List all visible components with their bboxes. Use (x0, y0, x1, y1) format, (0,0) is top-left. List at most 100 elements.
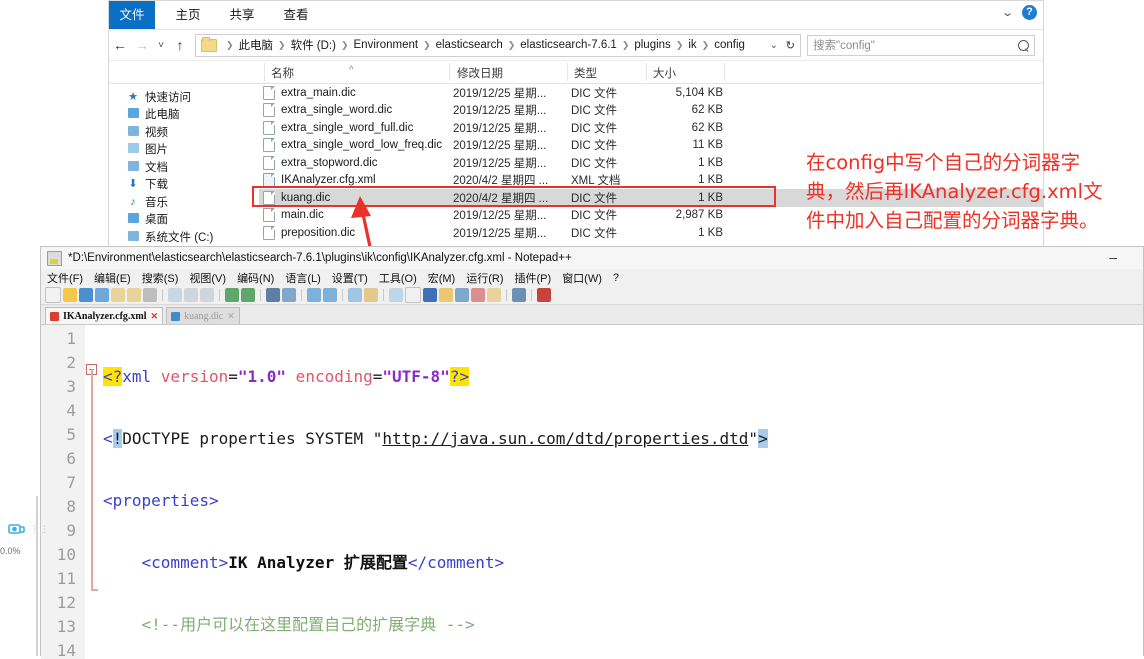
sync-scroll-v-icon[interactable] (348, 288, 362, 302)
sync-scroll-h-icon[interactable] (364, 288, 378, 302)
tab-kuang-dic[interactable]: kuang.dic ✕ (166, 307, 240, 324)
record-macro-icon[interactable] (537, 288, 551, 302)
breadcrumb-item-5[interactable]: plugins (634, 39, 670, 51)
breadcrumb-item-0[interactable]: 此电脑 (239, 37, 274, 53)
word-wrap-icon[interactable] (389, 288, 403, 302)
camera-icon[interactable] (8, 520, 26, 538)
new-file-icon[interactable] (45, 287, 61, 303)
menu-item-run[interactable]: 运行(R) (466, 270, 503, 286)
ribbon-tab-view[interactable]: 查看 (273, 1, 319, 29)
notepad-editor-area[interactable]: 1 2 3 4 5 6 7 8 9 10 11 12 13 14 <?xml v… (41, 325, 1143, 659)
tab-ikanalyzer-cfg-xml[interactable]: IKAnalyzer.cfg.xml ✕ (45, 307, 164, 324)
minimize-button[interactable]: – (1109, 249, 1117, 265)
column-header-name[interactable]: 名称 (271, 65, 294, 81)
ribbon-tab-share[interactable]: 共享 (219, 1, 265, 29)
help-icon[interactable]: ? (1022, 5, 1037, 20)
column-header-size[interactable]: 大小 (653, 65, 676, 81)
folder-as-workspace-icon[interactable] (487, 288, 501, 302)
code-line-1: <?xml version="1.0" encoding="UTF-8"?> (103, 367, 470, 386)
column-header-date[interactable]: 修改日期 (457, 65, 503, 81)
file-size: 11 KB (692, 139, 723, 152)
menu-item-tools[interactable]: 工具(O) (379, 270, 417, 286)
sidebar-item-system-drive[interactable]: 系统文件 (C:) (109, 228, 259, 246)
menu-item-macro[interactable]: 宏(M) (428, 270, 456, 286)
drag-handle-dots[interactable]: ⋮⋮ (30, 524, 50, 535)
refresh-icon[interactable]: ↻ (786, 39, 795, 52)
breadcrumb-item-7[interactable]: config (714, 39, 745, 51)
copy-icon[interactable] (184, 288, 198, 302)
column-header-type[interactable]: 类型 (574, 65, 597, 81)
save-all-icon[interactable] (95, 288, 109, 302)
ribbon-tab-home-label: 主页 (175, 8, 201, 22)
menu-item-edit[interactable]: 编辑(E) (94, 270, 131, 286)
breadcrumb-item-3[interactable]: elasticsearch (436, 39, 503, 51)
zoom-in-icon[interactable] (307, 288, 321, 302)
breadcrumb-item-2[interactable]: Environment (354, 39, 419, 51)
doc-map-icon[interactable] (455, 288, 469, 302)
file-size: 1 KB (698, 191, 723, 204)
redo-icon[interactable] (241, 288, 255, 302)
show-all-chars-icon[interactable] (405, 287, 421, 303)
menu-item-encoding[interactable]: 编码(N) (237, 270, 274, 286)
sidebar-item-videos[interactable]: 视频 (109, 123, 259, 141)
code-line-5: <!--用户可以在这里配置自己的扩展字典 --> (141, 615, 475, 634)
line-number: 5 (66, 425, 76, 444)
sidebar-item-desktop[interactable]: 桌面 (109, 211, 259, 229)
left-panel-edge (36, 496, 38, 656)
file-date: 2019/12/25 星期... (453, 227, 547, 240)
breadcrumb[interactable]: ❯ 此电脑 ❯ 软件 (D:) ❯ Environment ❯ elastics… (195, 33, 801, 57)
code-folding-column[interactable] (85, 325, 99, 659)
close-file-icon[interactable] (111, 288, 125, 302)
search-input[interactable]: 搜索"config" (807, 34, 1035, 56)
menu-item-search[interactable]: 搜索(S) (142, 270, 179, 286)
code-content[interactable]: <?xml version="1.0" encoding="UTF-8"?> <… (99, 325, 1143, 659)
print-icon[interactable] (143, 288, 157, 302)
up-button[interactable]: ↑ (169, 37, 191, 53)
menu-item-view[interactable]: 视图(V) (189, 270, 226, 286)
find-icon[interactable] (266, 288, 280, 302)
sidebar-label: 视频 (145, 126, 168, 139)
ribbon-tab-file[interactable]: 文件 (109, 1, 155, 29)
undo-icon[interactable] (225, 288, 239, 302)
explorer-ribbon-tabs: 文件 主页 共享 查看 ⌄ ? (109, 1, 1043, 30)
file-type: DIC 文件 (571, 140, 617, 153)
menu-item-plugins[interactable]: 插件(P) (515, 270, 552, 286)
table-row[interactable]: extra_single_word_full.dic 2019/12/25 星期.… (259, 119, 1043, 137)
menu-item-window[interactable]: 窗口(W) (562, 270, 602, 286)
breadcrumb-item-6[interactable]: ik (688, 39, 696, 51)
recent-locations-button[interactable]: ˅ (153, 40, 169, 51)
open-file-icon[interactable] (63, 288, 77, 302)
user-defined-dialog-icon[interactable] (439, 288, 453, 302)
zoom-out-icon[interactable] (323, 288, 337, 302)
close-all-icon[interactable] (127, 288, 141, 302)
path-dropdown-icon[interactable]: ⌄ (770, 40, 778, 51)
breadcrumb-item-1[interactable]: 软件 (D:) (291, 37, 336, 53)
menu-item-language[interactable]: 语言(L) (285, 270, 320, 286)
close-icon[interactable]: ✕ (227, 311, 235, 322)
table-row[interactable]: extra_main.dic 2019/12/25 星期... DIC 文件 5,10… (259, 84, 1043, 102)
breadcrumb-item-4[interactable]: elasticsearch-7.6.1 (520, 39, 617, 51)
ribbon-tab-home[interactable]: 主页 (165, 1, 211, 29)
back-button[interactable]: ← (109, 37, 131, 53)
paste-icon[interactable] (200, 288, 214, 302)
sidebar-item-downloads[interactable]: ⬇ 下载 (109, 176, 259, 194)
menu-item-file[interactable]: 文件(F) (47, 270, 83, 286)
cut-icon[interactable] (168, 288, 182, 302)
close-icon[interactable]: ✕ (151, 311, 159, 322)
sidebar-item-music[interactable]: ♪ 音乐 (109, 193, 259, 211)
replace-icon[interactable] (282, 288, 296, 302)
chevron-down-icon[interactable]: ⌄ (1001, 6, 1014, 19)
monitoring-icon[interactable] (512, 288, 526, 302)
table-row[interactable]: extra_single_word.dic 2019/12/25 星期... DIC… (259, 102, 1043, 120)
menu-item-help[interactable]: ? (613, 272, 619, 284)
forward-button[interactable]: → (131, 37, 153, 53)
sidebar-item-documents[interactable]: 文档 (109, 158, 259, 176)
sidebar-item-this-pc[interactable]: 此电脑 (109, 106, 259, 124)
indent-guide-icon[interactable] (423, 288, 437, 302)
sidebar-item-quick-access[interactable]: ★ 快速访问 (109, 88, 259, 106)
save-icon[interactable] (79, 288, 93, 302)
function-list-icon[interactable] (471, 288, 485, 302)
sidebar-item-pictures[interactable]: 图片 (109, 141, 259, 159)
sort-ascending-icon: ^ (349, 65, 354, 76)
menu-item-settings[interactable]: 设置(T) (332, 270, 368, 286)
